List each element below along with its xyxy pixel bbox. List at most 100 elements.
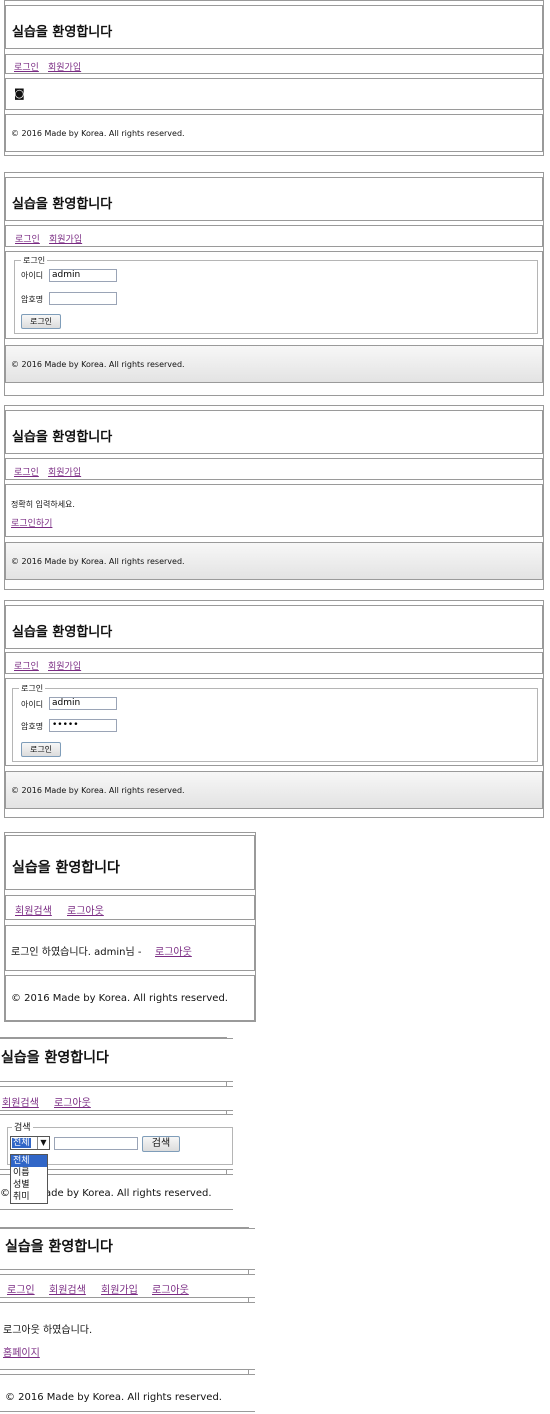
search-legend: 검색	[12, 1120, 33, 1133]
pw-input[interactable]	[49, 292, 117, 305]
select-option-name[interactable]: 이름	[11, 1167, 47, 1179]
nav-row: 회원검색 로그아웃	[5, 895, 255, 920]
chevron-down-icon[interactable]: ▼	[37, 1137, 49, 1149]
nav-join-link[interactable]: 회원가입	[48, 465, 81, 478]
page-frame: 실습을 환영합니다 로그인 회원가입 ◙ © 2016 Made by Kore…	[4, 0, 544, 156]
footer-row: © 2016 Made by Korea. All rights reserve…	[5, 975, 255, 1021]
header-row: 실습을 환영합니다	[5, 605, 543, 649]
nav-row: 로그인 회원가입	[5, 458, 543, 480]
nav-row: 로그인 회원가입	[5, 54, 543, 74]
login-fieldset: 로그인 아이디 admin 암호명 ••••• 로그인	[12, 683, 538, 762]
id-input[interactable]: admin	[49, 269, 117, 282]
logout-message: 로그아웃 하였습니다.	[3, 1325, 93, 1336]
screenshot-5: 실습을 환영합니다 회원검색 로그아웃 로그인 하였습니다. admin님 - …	[0, 830, 256, 1025]
page-title: 실습을 환영합니다	[5, 1239, 113, 1255]
home-link[interactable]: 홈페이지	[3, 1344, 40, 1359]
header-row: 실습을 환영합니다	[5, 410, 543, 454]
footer-text: © 2016 Made by Korea. All rights reserve…	[11, 360, 185, 369]
page-frame: 실습을 환영합니다 로그인 회원가입 로그인 아이디 admin 암호명 •••…	[4, 600, 544, 818]
footer-text: © 2016 Made by Korea. All rights reserve…	[11, 786, 185, 795]
id-label: 아이디	[21, 700, 44, 709]
footer-row: © 2016 Made by Korea. All rights reserve…	[5, 114, 543, 152]
pw-label: 암호명	[21, 722, 44, 731]
nav-row: 로그인 회원가입	[5, 225, 543, 247]
page-title: 실습을 환영합니다	[12, 25, 113, 40]
login-again-link[interactable]: 로그인하기	[11, 516, 52, 529]
nav-join-link[interactable]: 회원가입	[48, 659, 81, 672]
screenshot-7: 실습을 환영합니다 로그인 회원검색 회원가입 로그아웃 로그아웃 하였습니다.…	[0, 1225, 255, 1414]
screenshot-2: 실습을 환영합니다 로그인 회원가입 로그인 아이디 admin 암호명 로그인…	[0, 172, 550, 400]
content-row: 로그아웃 하였습니다. 홈페이지	[0, 1302, 255, 1370]
header-row: 실습을 환영합니다	[0, 1228, 255, 1270]
select-option-all[interactable]: 전체	[11, 1155, 47, 1167]
page-title: 실습을 환영합니다	[12, 860, 120, 876]
screenshot-3: 실습을 환영합니다 로그인 회원가입 정확히 입력하세요. 로그인하기 © 20…	[0, 405, 550, 593]
content-row: 로그인 아이디 admin 암호명 로그인	[5, 251, 543, 339]
footer-row: © 2016 Made by Korea. All rights reserve…	[5, 771, 543, 809]
content-row: 정확히 입력하세요. 로그인하기	[5, 484, 543, 537]
page-frame: 실습을 환영합니다 회원검색 로그아웃 로그인 하였습니다. admin님 - …	[4, 832, 256, 1022]
pw-label: 암호명	[21, 295, 44, 304]
nav-row: 로그인 회원검색 회원가입 로그아웃	[0, 1274, 255, 1298]
select-option-gender[interactable]: 성별	[11, 1179, 47, 1191]
nav-row: 회원검색 로그아웃	[0, 1086, 233, 1111]
footer-row: © 2016 Made by Korea. All rights reserve…	[0, 1374, 255, 1412]
footer-text: © 2016 Made by Korea. All rights reserve…	[11, 993, 228, 1004]
page-title: 실습을 환영합니다	[12, 197, 113, 212]
page-title: 실습을 환영합니다	[12, 430, 113, 445]
login-button[interactable]: 로그인	[21, 742, 61, 757]
broken-image-icon: ◙	[14, 87, 25, 100]
header-row: 실습을 환영합니다	[0, 1038, 233, 1082]
screenshot-6: 실습을 환영합니다 회원검색 로그아웃 검색 전체 ▼ 검색 © ade by …	[0, 1035, 233, 1213]
login-success-message: 로그인 하였습니다. admin님 -	[11, 947, 142, 958]
footer-text: © 2016 Made by Korea. All rights reserve…	[11, 557, 185, 566]
nav-logout-link[interactable]: 로그아웃	[54, 1094, 91, 1109]
footer-row: © 2016 Made by Korea. All rights reserve…	[5, 542, 543, 580]
screenshot-4: 실습을 환영합니다 로그인 회원가입 로그인 아이디 admin 암호명 •••…	[0, 600, 550, 822]
id-input[interactable]: admin	[49, 697, 117, 710]
footer-text: ade by Korea. All rights reserved.	[45, 1188, 212, 1199]
nav-logout-link[interactable]: 로그아웃	[152, 1281, 189, 1296]
header-row: 실습을 환영합니다	[5, 177, 543, 221]
nav-member-search-link[interactable]: 회원검색	[2, 1094, 39, 1109]
content-row: 로그인 아이디 admin 암호명 ••••• 로그인	[5, 678, 543, 766]
search-select[interactable]: 전체 ▼	[10, 1136, 50, 1150]
content-row: 로그인 하였습니다. admin님 - 로그아웃	[5, 925, 255, 971]
nav-join-link[interactable]: 회원가입	[48, 60, 81, 73]
page-frame: 실습을 환영합니다 로그인 회원가입 정확히 입력하세요. 로그인하기 © 20…	[4, 405, 544, 590]
footer-row: © 2016 Made by Korea. All rights reserve…	[5, 345, 543, 383]
page-frame: 실습을 환영합니다 로그인 회원검색 회원가입 로그아웃 로그아웃 하였습니다.…	[0, 1227, 255, 1412]
page-frame: 실습을 환영합니다 로그인 회원가입 로그인 아이디 admin 암호명 로그인…	[4, 172, 544, 396]
login-legend: 로그인	[19, 683, 46, 694]
nav-login-link[interactable]: 로그인	[14, 465, 39, 478]
page-title: 실습을 환영합니다	[1, 1050, 109, 1066]
footer-text: © 2016 Made by Korea. All rights reserve…	[5, 1392, 222, 1403]
page-title: 실습을 환영합니다	[12, 625, 113, 640]
header-row: 실습을 환영합니다	[5, 5, 543, 49]
nav-member-search-link[interactable]: 회원검색	[15, 902, 52, 917]
nav-member-search-link[interactable]: 회원검색	[49, 1281, 86, 1296]
search-button[interactable]: 검색	[142, 1136, 180, 1152]
login-fieldset: 로그인 아이디 admin 암호명 로그인	[14, 255, 538, 334]
nav-login-link[interactable]: 로그인	[7, 1281, 35, 1296]
nav-login-link[interactable]: 로그인	[15, 232, 40, 245]
search-select-value: 전체	[12, 1138, 31, 1148]
login-button[interactable]: 로그인	[21, 314, 61, 329]
content-row: ◙	[5, 78, 543, 110]
screenshot-1: 실습을 환영합니다 로그인 회원가입 ◙ © 2016 Made by Kore…	[0, 0, 550, 162]
nav-row: 로그인 회원가입	[5, 652, 543, 674]
nav-join-link[interactable]: 회원가입	[101, 1281, 138, 1296]
select-option-hobby[interactable]: 취미	[11, 1191, 47, 1203]
pw-input[interactable]: •••••	[49, 719, 117, 732]
nav-join-link[interactable]: 회원가입	[49, 232, 82, 245]
nav-login-link[interactable]: 로그인	[14, 60, 39, 73]
error-message: 정확히 입력하세요.	[11, 500, 75, 509]
header-row: 실습을 환영합니다	[5, 835, 255, 890]
search-input[interactable]	[54, 1137, 138, 1150]
footer-text: © 2016 Made by Korea. All rights reserve…	[11, 129, 185, 138]
nav-login-link[interactable]: 로그인	[14, 659, 39, 672]
logout-link[interactable]: 로그아웃	[155, 943, 192, 958]
search-select-dropdown[interactable]: 전체 이름 성별 취미	[10, 1154, 48, 1204]
id-label: 아이디	[21, 271, 44, 280]
nav-logout-link[interactable]: 로그아웃	[67, 902, 104, 917]
